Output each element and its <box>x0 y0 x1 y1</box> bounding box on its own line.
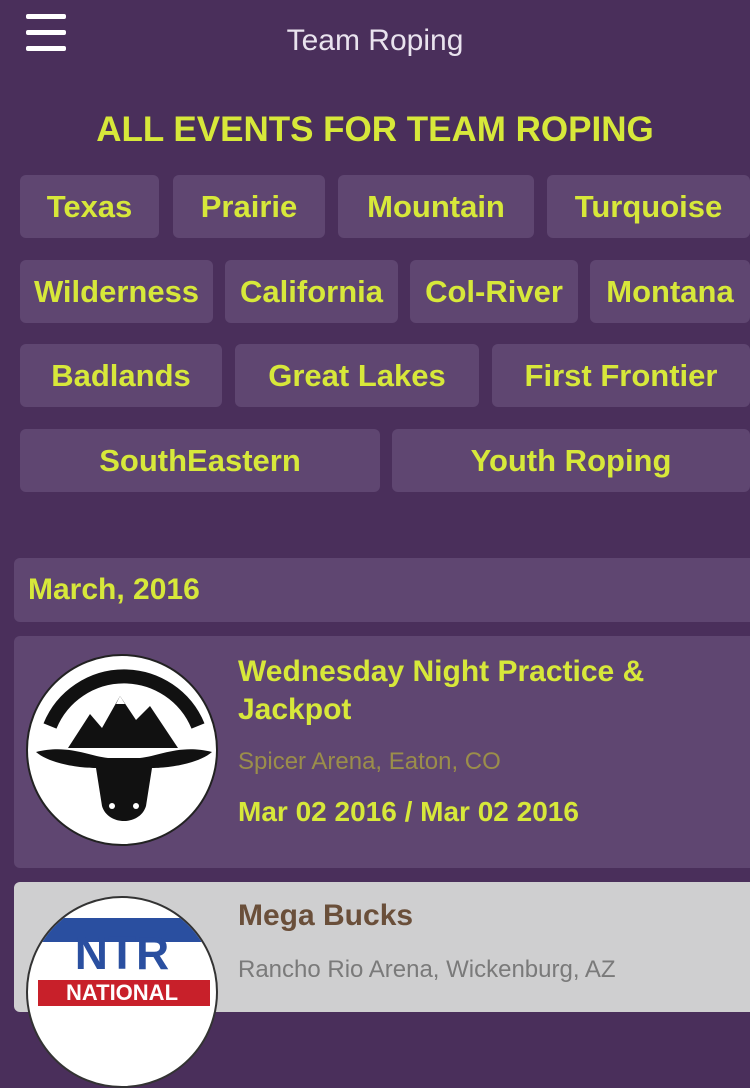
filter-button-great-lakes[interactable]: Great Lakes <box>235 344 479 407</box>
event-venue: Spicer Arena, Eaton, CO <box>238 748 501 775</box>
filter-button-turquoise[interactable]: Turquoise <box>547 175 750 238</box>
event-title-line-1: Wednesday Night Practice & <box>238 655 645 688</box>
event-title: Mega Bucks <box>238 899 414 932</box>
event-logo <box>26 654 218 846</box>
filter-button-montana[interactable]: Montana <box>590 260 750 323</box>
filter-button-col-river[interactable]: Col-River <box>410 260 578 323</box>
filter-button-badlands[interactable]: Badlands <box>20 344 222 407</box>
logo-text-main: NTR <box>74 927 170 979</box>
event-title-line-2: Jackpot <box>238 693 352 726</box>
filter-button-texas[interactable]: Texas <box>20 175 159 238</box>
event-venue: Rancho Rio Arena, Wickenburg, AZ <box>238 956 616 983</box>
logo-text-sub: NATIONAL <box>65 980 179 1005</box>
event-logo: NTR NATIONAL <box>26 896 218 1088</box>
filter-button-youth-roping[interactable]: Youth Roping <box>392 429 750 492</box>
filter-button-southeastern[interactable]: SouthEastern <box>20 429 380 492</box>
filter-button-prairie[interactable]: Prairie <box>173 175 325 238</box>
top-bar: Team Roping <box>0 0 750 88</box>
filter-button-california[interactable]: California <box>225 260 398 323</box>
events-heading: ALL EVENTS FOR TEAM ROPING <box>96 110 654 149</box>
filter-button-first-frontier[interactable]: First Frontier <box>492 344 750 407</box>
event-card[interactable]: Wednesday Night Practice & Jackpot Spice… <box>14 636 750 868</box>
filter-button-wilderness[interactable]: Wilderness <box>20 260 213 323</box>
filter-button-mountain[interactable]: Mountain <box>338 175 534 238</box>
event-card[interactable]: NTR NATIONAL Mega Bucks Rancho Rio Arena… <box>14 882 750 1088</box>
mountain-steer-logo-icon <box>36 669 212 821</box>
page-title: Team Roping <box>286 24 464 57</box>
month-header: March, 2016 <box>14 558 750 622</box>
event-dates: Mar 02 2016 / Mar 02 2016 <box>238 796 579 827</box>
